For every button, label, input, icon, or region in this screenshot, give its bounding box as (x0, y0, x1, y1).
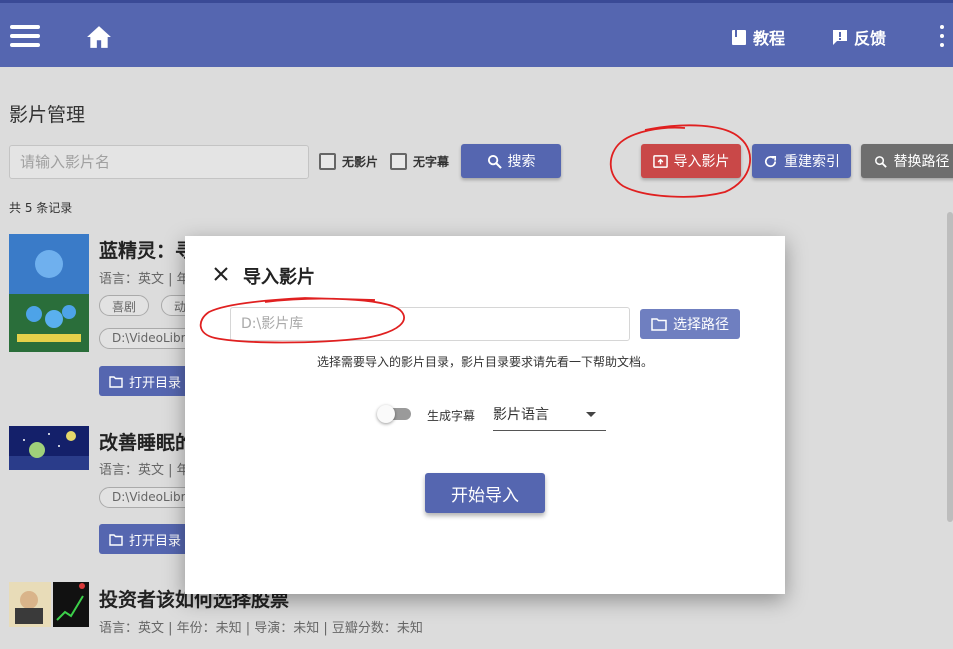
choose-path-button[interactable]: 选择路径 (640, 309, 740, 339)
tutorial-label: 教程 (753, 29, 786, 48)
import-movie-dialog: 导入影片 选择路径 选择需要导入的影片目录，影片目录要求请先看一下帮助文档。 生… (185, 236, 785, 594)
import-hint-text: 选择需要导入的影片目录，影片目录要求请先看一下帮助文档。 (316, 355, 653, 369)
choose-path-label: 选择路径 (673, 317, 729, 333)
generate-subtitle-toggle[interactable] (377, 405, 417, 423)
more-options-icon[interactable] (940, 25, 948, 51)
start-import-button[interactable]: 开始导入 (425, 473, 545, 513)
movie-language-select[interactable]: 影片语言 (493, 401, 606, 431)
toggle-knob (377, 405, 395, 423)
folder-icon (651, 318, 667, 331)
dropdown-arrow-icon (586, 412, 596, 417)
menu-icon[interactable] (10, 25, 40, 47)
close-icon[interactable] (213, 266, 229, 282)
home-icon[interactable] (86, 25, 112, 49)
tutorial-button[interactable]: 教程 (731, 25, 785, 49)
import-path-input[interactable] (230, 307, 630, 341)
top-app-bar: 教程 反馈 (0, 0, 953, 67)
book-icon (732, 29, 746, 45)
feedback-icon (833, 29, 847, 45)
feedback-label: 反馈 (854, 29, 887, 48)
start-import-label: 开始导入 (451, 485, 519, 506)
generate-subtitle-label: 生成字幕 (427, 409, 476, 423)
language-select-value: 影片语言 (493, 407, 549, 423)
dialog-title: 导入影片 (243, 267, 315, 288)
feedback-button[interactable]: 反馈 (832, 25, 886, 49)
